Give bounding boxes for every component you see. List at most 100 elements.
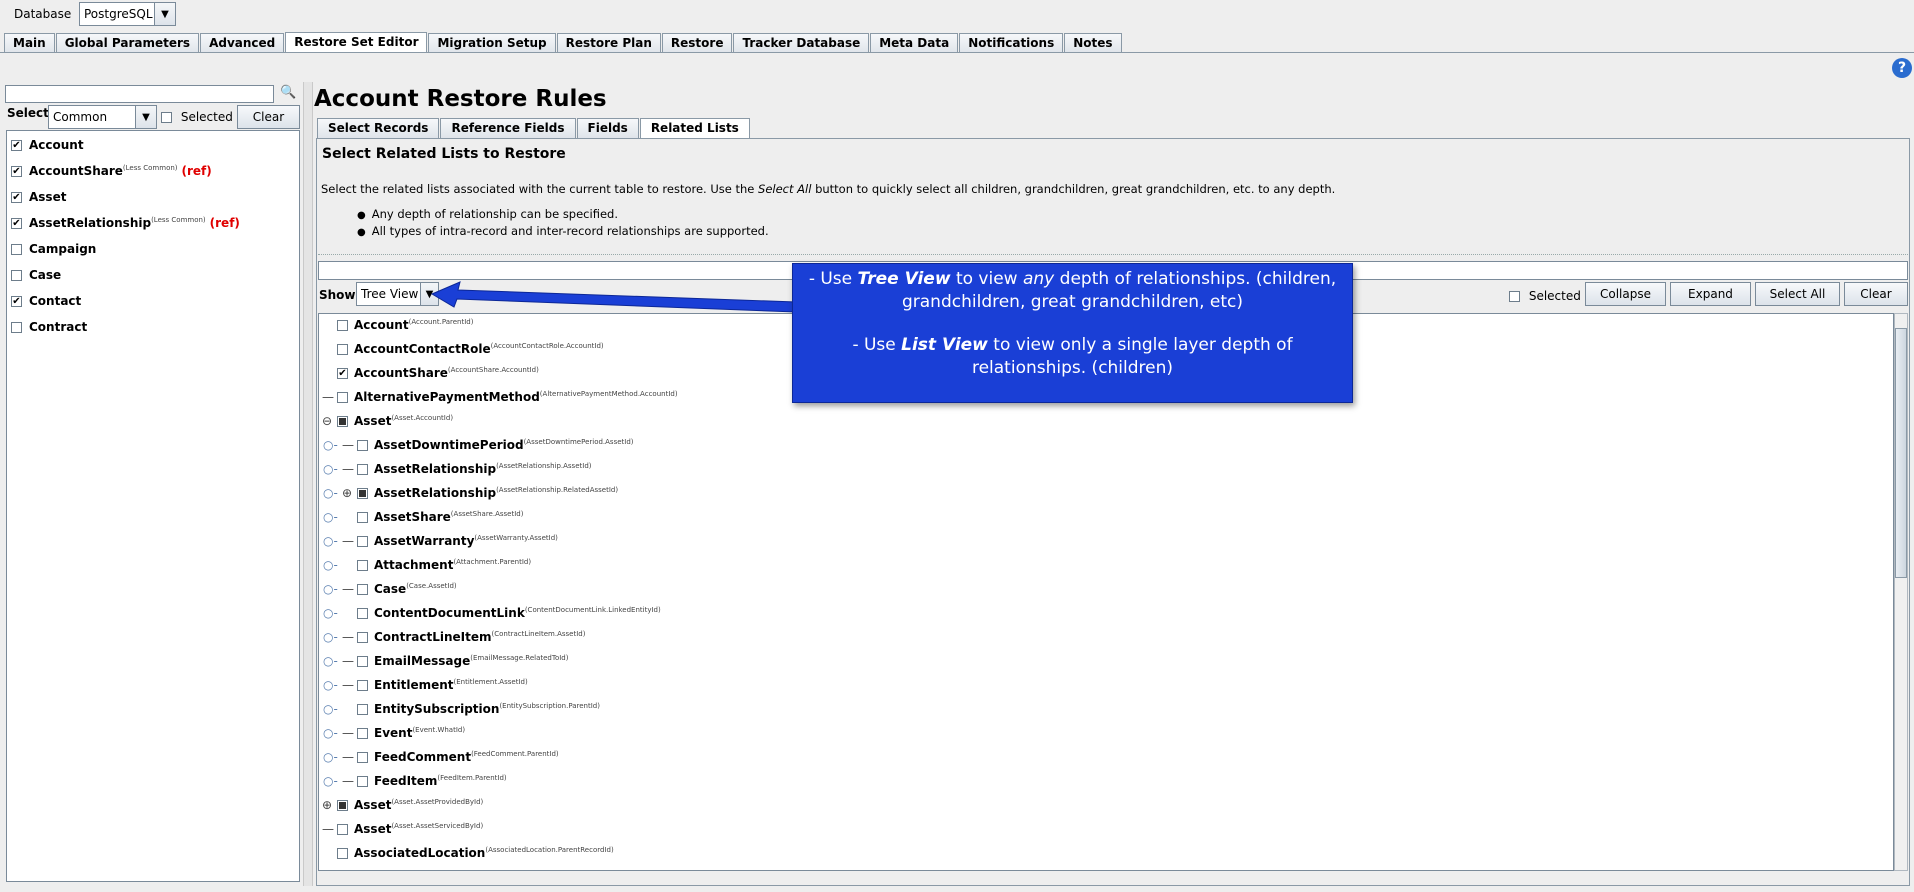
item-checkbox[interactable] bbox=[11, 244, 22, 255]
item-checkbox[interactable] bbox=[11, 166, 22, 177]
tree-row-field: (Asset.AssetProvidedById) bbox=[391, 798, 484, 806]
subtab-fields[interactable]: Fields bbox=[576, 118, 639, 138]
tree-row-checkbox[interactable] bbox=[357, 656, 368, 667]
tree-row[interactable]: Attachment(Attachment.ParentId) bbox=[357, 558, 531, 572]
chevron-down-icon[interactable]: ▼ bbox=[135, 106, 156, 128]
tab-advanced[interactable]: Advanced bbox=[200, 33, 285, 53]
scrollbar-thumb[interactable] bbox=[1895, 328, 1907, 578]
tree-row[interactable]: Case(Case.AssetId) bbox=[357, 582, 457, 596]
tree-row[interactable]: Asset(Asset.AssetProvidedById) bbox=[337, 798, 483, 812]
tree-row-checkbox[interactable] bbox=[357, 536, 368, 547]
tree-row[interactable]: AssetDowntimePeriod(AssetDowntimePeriod.… bbox=[357, 438, 634, 452]
item-checkbox[interactable] bbox=[11, 192, 22, 203]
tree-row-checkbox[interactable] bbox=[337, 392, 348, 403]
tab-meta-data[interactable]: Meta Data bbox=[870, 33, 959, 53]
chevron-down-icon[interactable]: ▼ bbox=[154, 3, 175, 25]
expand-button[interactable]: Expand bbox=[1670, 282, 1751, 306]
subtab-related-lists[interactable]: Related Lists bbox=[639, 118, 750, 138]
item-checkbox[interactable] bbox=[11, 296, 22, 307]
tree-row[interactable]: Event(Event.WhatId) bbox=[357, 726, 465, 740]
subtab-reference-fields[interactable]: Reference Fields bbox=[440, 118, 576, 138]
selected-checkbox[interactable] bbox=[161, 112, 172, 123]
tab-notifications[interactable]: Notifications bbox=[959, 33, 1064, 53]
tree-row-checkbox[interactable] bbox=[337, 344, 348, 355]
panel-splitter[interactable] bbox=[303, 82, 313, 886]
tree-row-checkbox[interactable] bbox=[337, 800, 348, 811]
list-item[interactable]: Campaign bbox=[11, 242, 96, 256]
list-item[interactable]: Case bbox=[11, 268, 61, 282]
tree-row[interactable]: AlternativePaymentMethod(AlternativePaym… bbox=[337, 390, 678, 404]
tree-row-checkbox[interactable] bbox=[337, 848, 348, 859]
selected-checkbox[interactable] bbox=[1509, 291, 1520, 302]
search-icon[interactable]: 🔍 bbox=[280, 85, 296, 100]
item-checkbox[interactable] bbox=[11, 218, 22, 229]
tree-row[interactable]: Asset(Asset.AccountId) bbox=[337, 414, 453, 428]
tab-tracker-database[interactable]: Tracker Database bbox=[733, 33, 870, 53]
tree-row[interactable]: AssetShare(AssetShare.AssetId) bbox=[357, 510, 523, 524]
tree-row-checkbox[interactable] bbox=[337, 368, 348, 379]
tab-migration-setup[interactable]: Migration Setup bbox=[428, 33, 556, 53]
tree-row-checkbox[interactable] bbox=[357, 776, 368, 787]
collapse-button[interactable]: Collapse bbox=[1585, 282, 1666, 306]
tab-main[interactable]: Main bbox=[4, 33, 55, 53]
tree-row[interactable]: AccountContactRole(AccountContactRole.Ac… bbox=[337, 342, 604, 356]
list-item[interactable]: AccountShare(Less Common)(ref) bbox=[11, 164, 212, 178]
item-checkbox[interactable] bbox=[11, 322, 22, 333]
list-item[interactable]: Contract bbox=[11, 320, 87, 334]
select-all-button[interactable]: Select All bbox=[1755, 282, 1840, 306]
list-item[interactable]: Asset bbox=[11, 190, 66, 204]
right-selected-toggle[interactable]: Selected bbox=[1509, 289, 1581, 303]
list-item[interactable]: Account bbox=[11, 138, 84, 152]
tab-restore[interactable]: Restore bbox=[661, 33, 733, 53]
list-item[interactable]: AssetRelationship(Less Common)(ref) bbox=[11, 216, 240, 230]
help-icon[interactable]: ? bbox=[1892, 58, 1912, 78]
tree-row-checkbox[interactable] bbox=[357, 752, 368, 763]
tree-row[interactable]: AssetWarranty(AssetWarranty.AssetId) bbox=[357, 534, 558, 548]
tree-row-checkbox[interactable] bbox=[357, 680, 368, 691]
expand-node-icon[interactable]: ⊕ bbox=[322, 798, 332, 812]
tree-row[interactable]: AssetRelationship(AssetRelationship.Asse… bbox=[357, 462, 592, 476]
tree-row-checkbox[interactable] bbox=[337, 416, 348, 427]
item-checkbox[interactable] bbox=[11, 140, 22, 151]
tree-row[interactable]: Entitlement(Entitlement.AssetId) bbox=[357, 678, 528, 692]
show-view-dropdown[interactable]: Tree View ▼ bbox=[356, 282, 439, 306]
tree-row-checkbox[interactable] bbox=[357, 440, 368, 451]
tree-row[interactable]: FeedComment(FeedComment.ParentId) bbox=[357, 750, 559, 764]
tree-row-checkbox[interactable] bbox=[357, 728, 368, 739]
tab-notes[interactable]: Notes bbox=[1064, 33, 1122, 53]
tree-row[interactable]: FeedItem(FeedItem.ParentId) bbox=[357, 774, 507, 788]
tab-restore-plan[interactable]: Restore Plan bbox=[556, 33, 661, 53]
item-checkbox[interactable] bbox=[11, 270, 22, 281]
tree-row-checkbox[interactable] bbox=[357, 632, 368, 643]
tree-row-checkbox[interactable] bbox=[357, 584, 368, 595]
subtab-select-records[interactable]: Select Records bbox=[317, 118, 440, 138]
tree-row-checkbox[interactable] bbox=[357, 488, 368, 499]
left-clear-button[interactable]: Clear bbox=[237, 105, 300, 129]
tree-row[interactable]: AccountShare(AccountShare.AccountId) bbox=[337, 366, 539, 380]
tree-row-checkbox[interactable] bbox=[337, 824, 348, 835]
collapse-node-icon[interactable]: ⊖ bbox=[322, 414, 332, 428]
tree-row-checkbox[interactable] bbox=[357, 512, 368, 523]
expand-node-icon[interactable]: ⊕ bbox=[342, 486, 352, 500]
left-selected-toggle[interactable]: Selected bbox=[161, 110, 233, 124]
tree-row-checkbox[interactable] bbox=[357, 608, 368, 619]
left-search-input[interactable] bbox=[5, 85, 274, 103]
tree-row[interactable]: AssociatedLocation(AssociatedLocation.Pa… bbox=[337, 846, 614, 860]
tab-global-parameters[interactable]: Global Parameters bbox=[55, 33, 200, 53]
tree-row[interactable]: AssetRelationship(AssetRelationship.Rela… bbox=[357, 486, 618, 500]
tree-row[interactable]: ContentDocumentLink(ContentDocumentLink.… bbox=[357, 606, 661, 620]
tree-row[interactable]: ContractLineItem(ContractLineItem.AssetI… bbox=[357, 630, 585, 644]
tree-row-checkbox[interactable] bbox=[337, 320, 348, 331]
tree-row-checkbox[interactable] bbox=[357, 704, 368, 715]
tree-row-checkbox[interactable] bbox=[357, 560, 368, 571]
tree-row[interactable]: Asset(Asset.AssetServicedById) bbox=[337, 822, 483, 836]
tree-row[interactable]: EntitySubscription(EntitySubscription.Pa… bbox=[357, 702, 600, 716]
collapse-divider[interactable] bbox=[318, 254, 1908, 258]
database-select[interactable]: PostgreSQL ▼ bbox=[79, 2, 176, 26]
list-item[interactable]: Contact bbox=[11, 294, 81, 308]
tab-restore-set-editor[interactable]: Restore Set Editor bbox=[285, 32, 428, 53]
right-clear-button[interactable]: Clear bbox=[1844, 282, 1908, 306]
tree-row[interactable]: EmailMessage(EmailMessage.RelatedToId) bbox=[357, 654, 568, 668]
select-filter-dropdown[interactable]: Common ▼ bbox=[48, 105, 157, 129]
tree-row-checkbox[interactable] bbox=[357, 464, 368, 475]
